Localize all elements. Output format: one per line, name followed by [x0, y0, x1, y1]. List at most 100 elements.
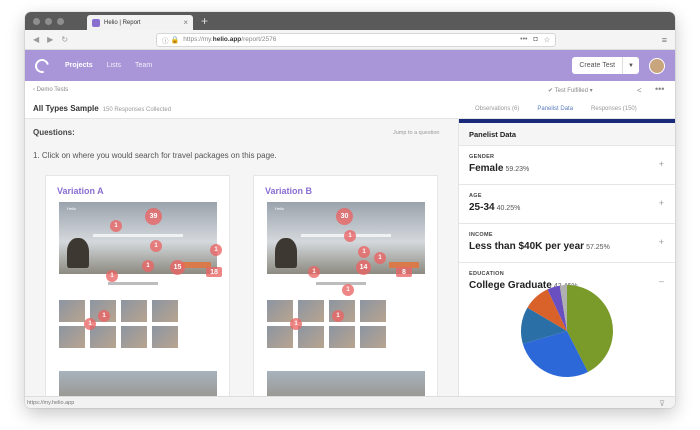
maximize-window-dot[interactable] — [57, 17, 64, 25]
back-arrow-icon[interactable]: ◀ — [33, 35, 39, 44]
avatar[interactable] — [649, 57, 665, 74]
nav-team[interactable]: Team — [135, 62, 152, 69]
section-label: INCOME — [469, 232, 493, 238]
expand-icon[interactable]: + — [659, 198, 664, 208]
back-link[interactable]: ‹ Demo Tests — [33, 87, 68, 93]
variation-b-card: Variation B Helio 30 1 1 1 14 8 1 1 1 1 — [253, 175, 438, 408]
heatmap-hotspot[interactable]: 39 — [145, 208, 162, 225]
share-icon[interactable]: < — [637, 86, 642, 95]
info-icon[interactable]: ⓘ — [162, 35, 169, 45]
thumbnail — [267, 300, 293, 322]
heatmap-hotspot[interactable]: 1 — [374, 252, 386, 264]
expand-icon[interactable]: + — [659, 159, 664, 169]
heatmap-hotspot[interactable]: 1 — [98, 310, 110, 322]
heatmap-hotspot[interactable]: 1 — [210, 244, 222, 256]
variation-a-card: Variation A Helio 39 1 1 1 1 15 18 1 1 1 — [45, 175, 230, 408]
create-dropdown-chevron-icon[interactable]: ▼ — [622, 57, 639, 74]
variation-title: Variation A — [57, 186, 104, 196]
forward-arrow-icon[interactable]: ▶ — [47, 35, 53, 44]
thumbnail — [298, 300, 324, 322]
thumbnail — [152, 300, 178, 322]
heatmap-hotspot[interactable]: 15 — [170, 260, 185, 275]
hamburger-menu-icon[interactable]: ≡ — [662, 35, 667, 45]
thumbnail — [267, 326, 293, 348]
thumbnail — [360, 300, 386, 322]
destination-thumbnails — [267, 300, 386, 348]
question-text: 1. Click on where you would search for t… — [33, 151, 277, 160]
status-bar: https://my.helio.app ⊽ — [25, 396, 675, 408]
browser-tab[interactable]: Helio | Report × — [87, 15, 193, 30]
destinations-heading — [316, 282, 366, 285]
responses-count: 150 Responses Collected — [102, 107, 172, 113]
heatmap-hotspot[interactable]: 1 — [308, 266, 320, 278]
heatmap-hotspot[interactable]: 14 — [356, 260, 371, 275]
helio-app: Projects Lists Team Create Test ▼ ‹ Demo… — [25, 50, 675, 408]
education-pie-chart — [521, 285, 613, 377]
heatmap-hotspot[interactable]: 1 — [358, 246, 370, 258]
thumbnail — [152, 326, 178, 348]
nav-projects[interactable]: Projects — [65, 62, 93, 69]
tab-title: Helio | Report — [104, 19, 141, 26]
create-test-button[interactable]: Create Test ▼ — [572, 57, 639, 74]
hero-brand: Helio — [275, 206, 285, 211]
status-url: https://my.helio.app — [27, 400, 75, 406]
jump-to-question-link[interactable]: Jump to a question — [393, 130, 439, 136]
more-actions-icon[interactable]: ••• — [520, 36, 527, 43]
section-label: AGE — [469, 193, 482, 199]
heatmap-hotspot[interactable]: 8 — [396, 267, 412, 277]
thumbnail — [121, 300, 147, 322]
tab-observations[interactable]: Observations (6) — [475, 106, 519, 112]
nav-lists[interactable]: Lists — [107, 62, 121, 69]
questions-area: Questions: Jump to a question 1. Click o… — [25, 119, 458, 408]
filter-funnel-icon[interactable]: ⊽ — [659, 399, 665, 408]
variation-title: Variation B — [265, 186, 313, 196]
collapse-icon[interactable]: – — [659, 276, 664, 286]
hero-person-image — [275, 238, 297, 268]
heatmap-hotspot[interactable]: 18 — [206, 267, 222, 277]
heatmap-hotspot[interactable]: 1 — [332, 310, 344, 322]
section-value: 25-34 40.25% — [469, 202, 521, 213]
close-tab-icon[interactable]: × — [183, 18, 188, 27]
heatmap-hotspot[interactable]: 1 — [84, 318, 96, 330]
age-section[interactable]: AGE 25-34 40.25% + — [459, 184, 675, 223]
thumbnail — [329, 326, 355, 348]
hero-image[interactable]: Helio — [59, 202, 217, 274]
income-section[interactable]: INCOME Less than $40K per year 57.25% + — [459, 223, 675, 262]
close-window-dot[interactable] — [33, 17, 40, 25]
destinations-heading — [108, 282, 158, 285]
thumbnail — [360, 326, 386, 348]
more-options-icon[interactable]: ••• — [655, 84, 664, 94]
browser-window: Helio | Report × + ◀ ▶ ↻ ⓘ 🔒 https://my.… — [25, 12, 675, 408]
heatmap-hotspot[interactable]: 1 — [110, 220, 122, 232]
helio-logo-icon[interactable] — [32, 55, 52, 76]
tab-panelist-data[interactable]: Panelist Data — [537, 106, 573, 112]
heatmap-hotspot[interactable]: 1 — [290, 318, 302, 330]
heatmap-hotspot[interactable]: 30 — [336, 208, 353, 225]
address-bar[interactable]: ⓘ 🔒 https://my.helio.app/report/2576 •••… — [156, 32, 557, 47]
test-filter-dropdown[interactable]: ✔ Test Fulfilled ▾ — [548, 87, 593, 94]
expand-icon[interactable]: + — [659, 237, 664, 247]
hero-headline — [93, 234, 183, 237]
bookmark-star-icon[interactable]: ☆ — [544, 36, 550, 44]
minimize-window-dot[interactable] — [45, 17, 52, 25]
app-navbar: Projects Lists Team Create Test ▼ — [25, 50, 675, 81]
reload-icon[interactable]: ↻ — [61, 35, 68, 44]
tab-responses[interactable]: Responses (150) — [591, 106, 637, 112]
pocket-icon[interactable]: ◘ — [534, 36, 538, 43]
thumbnail — [59, 300, 85, 322]
heatmap-hotspot[interactable]: 1 — [142, 260, 154, 272]
heatmap-hotspot[interactable]: 1 — [106, 270, 118, 282]
browser-toolbar: ◀ ▶ ↻ ⓘ 🔒 https://my.helio.app/report/25… — [25, 30, 675, 50]
thumbnail — [90, 326, 116, 348]
heatmap-hotspot[interactable]: 1 — [342, 284, 354, 296]
url-text: https://my.helio.app/report/2576 — [183, 36, 277, 43]
gender-section[interactable]: GENDER Female 59.23% + — [459, 145, 675, 184]
heatmap-hotspot[interactable]: 1 — [150, 240, 162, 252]
thumbnail — [121, 326, 147, 348]
report-tabs: Observations (6) Panelist Data Responses… — [475, 106, 655, 112]
thumbnail — [59, 326, 85, 348]
thumbnail — [298, 326, 324, 348]
destination-thumbnails — [59, 300, 178, 348]
new-tab-button[interactable]: + — [201, 14, 208, 28]
heatmap-hotspot[interactable]: 1 — [344, 230, 356, 242]
